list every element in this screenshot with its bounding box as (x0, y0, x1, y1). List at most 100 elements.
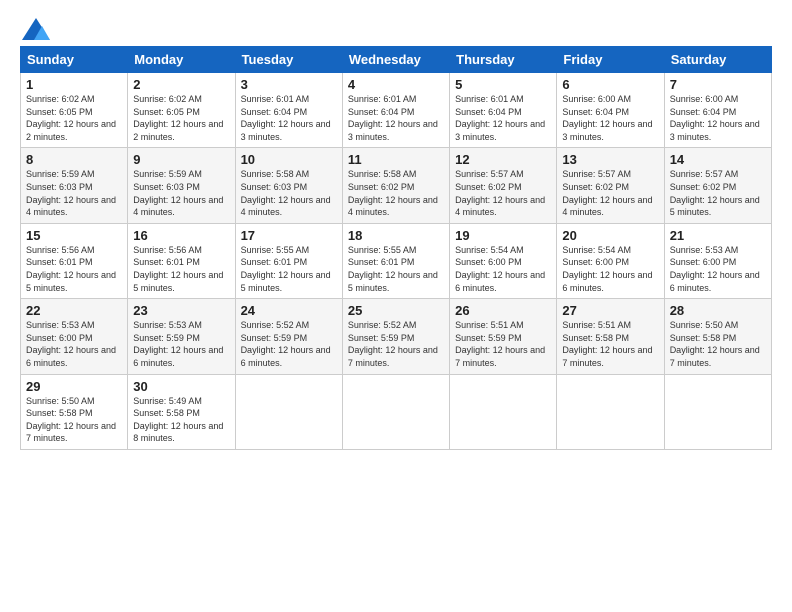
logo-area (20, 18, 50, 36)
day-number: 14 (670, 152, 766, 167)
calendar-cell: 24 Sunrise: 5:52 AM Sunset: 5:59 PM Dayl… (235, 299, 342, 374)
calendar-cell: 6 Sunrise: 6:00 AM Sunset: 6:04 PM Dayli… (557, 73, 664, 148)
day-info: Sunrise: 6:00 AM Sunset: 6:04 PM Dayligh… (670, 94, 760, 142)
week-row-3: 15 Sunrise: 5:56 AM Sunset: 6:01 PM Dayl… (21, 223, 772, 298)
day-number: 18 (348, 228, 444, 243)
col-header-saturday: Saturday (664, 47, 771, 73)
day-number: 22 (26, 303, 122, 318)
calendar-cell: 15 Sunrise: 5:56 AM Sunset: 6:01 PM Dayl… (21, 223, 128, 298)
calendar-cell: 16 Sunrise: 5:56 AM Sunset: 6:01 PM Dayl… (128, 223, 235, 298)
calendar-table: SundayMondayTuesdayWednesdayThursdayFrid… (20, 46, 772, 450)
day-info: Sunrise: 5:56 AM Sunset: 6:01 PM Dayligh… (26, 245, 116, 293)
day-info: Sunrise: 5:53 AM Sunset: 6:00 PM Dayligh… (670, 245, 760, 293)
day-info: Sunrise: 5:56 AM Sunset: 6:01 PM Dayligh… (133, 245, 223, 293)
calendar-cell (664, 374, 771, 449)
day-info: Sunrise: 5:51 AM Sunset: 5:58 PM Dayligh… (562, 320, 652, 368)
day-number: 13 (562, 152, 658, 167)
week-row-1: 1 Sunrise: 6:02 AM Sunset: 6:05 PM Dayli… (21, 73, 772, 148)
calendar-cell: 8 Sunrise: 5:59 AM Sunset: 6:03 PM Dayli… (21, 148, 128, 223)
day-number: 17 (241, 228, 337, 243)
calendar-cell: 13 Sunrise: 5:57 AM Sunset: 6:02 PM Dayl… (557, 148, 664, 223)
day-info: Sunrise: 5:50 AM Sunset: 5:58 PM Dayligh… (26, 396, 116, 444)
calendar-cell: 25 Sunrise: 5:52 AM Sunset: 5:59 PM Dayl… (342, 299, 449, 374)
calendar-cell: 11 Sunrise: 5:58 AM Sunset: 6:02 PM Dayl… (342, 148, 449, 223)
logo-icon (22, 18, 50, 40)
calendar-cell: 19 Sunrise: 5:54 AM Sunset: 6:00 PM Dayl… (450, 223, 557, 298)
calendar-cell: 27 Sunrise: 5:51 AM Sunset: 5:58 PM Dayl… (557, 299, 664, 374)
col-header-monday: Monday (128, 47, 235, 73)
day-number: 26 (455, 303, 551, 318)
calendar-cell (342, 374, 449, 449)
day-number: 15 (26, 228, 122, 243)
day-info: Sunrise: 5:55 AM Sunset: 6:01 PM Dayligh… (241, 245, 331, 293)
header (20, 18, 772, 36)
day-info: Sunrise: 5:59 AM Sunset: 6:03 PM Dayligh… (133, 169, 223, 217)
day-info: Sunrise: 5:50 AM Sunset: 5:58 PM Dayligh… (670, 320, 760, 368)
day-info: Sunrise: 5:54 AM Sunset: 6:00 PM Dayligh… (455, 245, 545, 293)
calendar-cell: 26 Sunrise: 5:51 AM Sunset: 5:59 PM Dayl… (450, 299, 557, 374)
week-row-5: 29 Sunrise: 5:50 AM Sunset: 5:58 PM Dayl… (21, 374, 772, 449)
col-header-tuesday: Tuesday (235, 47, 342, 73)
col-header-friday: Friday (557, 47, 664, 73)
calendar-cell: 1 Sunrise: 6:02 AM Sunset: 6:05 PM Dayli… (21, 73, 128, 148)
calendar-cell: 22 Sunrise: 5:53 AM Sunset: 6:00 PM Dayl… (21, 299, 128, 374)
day-number: 2 (133, 77, 229, 92)
day-number: 30 (133, 379, 229, 394)
day-info: Sunrise: 6:02 AM Sunset: 6:05 PM Dayligh… (26, 94, 116, 142)
calendar-cell: 12 Sunrise: 5:57 AM Sunset: 6:02 PM Dayl… (450, 148, 557, 223)
day-number: 19 (455, 228, 551, 243)
calendar-cell (557, 374, 664, 449)
day-number: 7 (670, 77, 766, 92)
day-number: 4 (348, 77, 444, 92)
header-row: SundayMondayTuesdayWednesdayThursdayFrid… (21, 47, 772, 73)
day-info: Sunrise: 6:01 AM Sunset: 6:04 PM Dayligh… (241, 94, 331, 142)
day-number: 10 (241, 152, 337, 167)
day-info: Sunrise: 6:01 AM Sunset: 6:04 PM Dayligh… (455, 94, 545, 142)
day-number: 27 (562, 303, 658, 318)
day-number: 6 (562, 77, 658, 92)
day-info: Sunrise: 5:49 AM Sunset: 5:58 PM Dayligh… (133, 396, 223, 444)
calendar-cell: 2 Sunrise: 6:02 AM Sunset: 6:05 PM Dayli… (128, 73, 235, 148)
day-info: Sunrise: 5:55 AM Sunset: 6:01 PM Dayligh… (348, 245, 438, 293)
week-row-4: 22 Sunrise: 5:53 AM Sunset: 6:00 PM Dayl… (21, 299, 772, 374)
day-info: Sunrise: 5:59 AM Sunset: 6:03 PM Dayligh… (26, 169, 116, 217)
calendar-cell: 28 Sunrise: 5:50 AM Sunset: 5:58 PM Dayl… (664, 299, 771, 374)
calendar-cell (450, 374, 557, 449)
day-info: Sunrise: 5:54 AM Sunset: 6:00 PM Dayligh… (562, 245, 652, 293)
day-info: Sunrise: 5:58 AM Sunset: 6:03 PM Dayligh… (241, 169, 331, 217)
calendar-cell: 14 Sunrise: 5:57 AM Sunset: 6:02 PM Dayl… (664, 148, 771, 223)
calendar-cell: 21 Sunrise: 5:53 AM Sunset: 6:00 PM Dayl… (664, 223, 771, 298)
day-number: 25 (348, 303, 444, 318)
calendar-cell: 5 Sunrise: 6:01 AM Sunset: 6:04 PM Dayli… (450, 73, 557, 148)
col-header-wednesday: Wednesday (342, 47, 449, 73)
day-info: Sunrise: 5:52 AM Sunset: 5:59 PM Dayligh… (348, 320, 438, 368)
day-number: 28 (670, 303, 766, 318)
calendar-cell: 20 Sunrise: 5:54 AM Sunset: 6:00 PM Dayl… (557, 223, 664, 298)
day-info: Sunrise: 5:58 AM Sunset: 6:02 PM Dayligh… (348, 169, 438, 217)
day-number: 24 (241, 303, 337, 318)
col-header-thursday: Thursday (450, 47, 557, 73)
day-info: Sunrise: 6:01 AM Sunset: 6:04 PM Dayligh… (348, 94, 438, 142)
calendar-cell: 17 Sunrise: 5:55 AM Sunset: 6:01 PM Dayl… (235, 223, 342, 298)
day-number: 29 (26, 379, 122, 394)
day-info: Sunrise: 6:00 AM Sunset: 6:04 PM Dayligh… (562, 94, 652, 142)
day-info: Sunrise: 5:57 AM Sunset: 6:02 PM Dayligh… (455, 169, 545, 217)
calendar-cell: 18 Sunrise: 5:55 AM Sunset: 6:01 PM Dayl… (342, 223, 449, 298)
day-number: 23 (133, 303, 229, 318)
day-info: Sunrise: 6:02 AM Sunset: 6:05 PM Dayligh… (133, 94, 223, 142)
day-number: 21 (670, 228, 766, 243)
calendar-cell: 23 Sunrise: 5:53 AM Sunset: 5:59 PM Dayl… (128, 299, 235, 374)
day-number: 8 (26, 152, 122, 167)
calendar-cell (235, 374, 342, 449)
day-number: 20 (562, 228, 658, 243)
day-number: 9 (133, 152, 229, 167)
day-number: 12 (455, 152, 551, 167)
day-number: 5 (455, 77, 551, 92)
page: SundayMondayTuesdayWednesdayThursdayFrid… (0, 0, 792, 612)
calendar-cell: 9 Sunrise: 5:59 AM Sunset: 6:03 PM Dayli… (128, 148, 235, 223)
logo (20, 18, 50, 40)
day-info: Sunrise: 5:51 AM Sunset: 5:59 PM Dayligh… (455, 320, 545, 368)
day-number: 11 (348, 152, 444, 167)
day-info: Sunrise: 5:53 AM Sunset: 5:59 PM Dayligh… (133, 320, 223, 368)
col-header-sunday: Sunday (21, 47, 128, 73)
